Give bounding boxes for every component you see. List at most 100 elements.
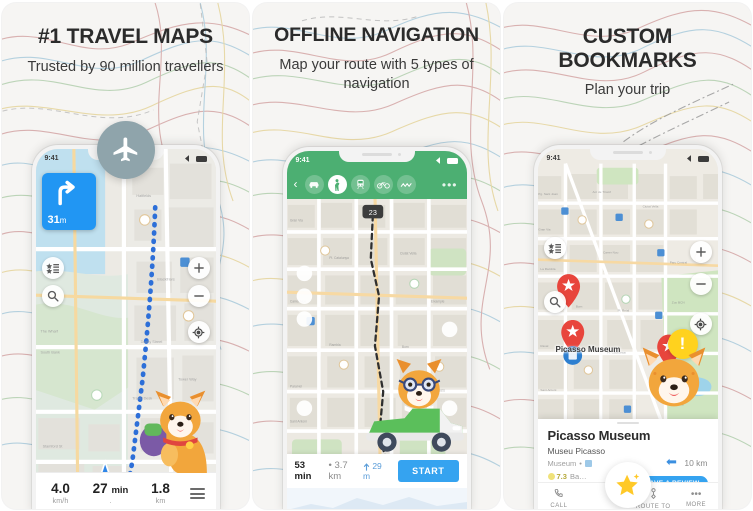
svg-text:Ciutadella: Ciutadella: [399, 420, 414, 424]
status-bar-2: 9:41: [287, 151, 467, 170]
plus-glyph: [193, 263, 204, 273]
svg-text:La Rambla: La Rambla: [540, 267, 555, 271]
poi-category-separator: •: [579, 459, 582, 468]
battery-icon: [697, 155, 709, 162]
battery-icon: [195, 155, 207, 162]
phone-screen-route-planner: Gran Via Pl. Catalunya Ciutat Vella Carrer…: [286, 151, 467, 509]
zoom-in-icon[interactable]: [689, 241, 712, 263]
svg-text:Born: Born: [401, 345, 408, 349]
phone-notch: [589, 149, 666, 160]
zoom-in-icon[interactable]: [187, 257, 210, 279]
svg-text:Tower Way: Tower Way: [178, 378, 197, 382]
svg-text:Ciutadella: Ciutadella: [669, 403, 683, 407]
minus-glyph: [695, 283, 706, 285]
ellipsis-icon[interactable]: •••: [442, 178, 461, 192]
status-time: 9:41: [295, 157, 310, 164]
stat-time-label: .: [109, 498, 112, 506]
hamburger-icon[interactable]: [186, 488, 216, 499]
pedestrian-icon[interactable]: [327, 175, 347, 194]
stat-time-value: 27 min: [92, 480, 129, 496]
svg-text:Pg. Sant Joan: Pg. Sant Joan: [538, 192, 558, 196]
route-time: 53 min: [294, 460, 312, 482]
stat-speed-value: 4.0: [51, 480, 70, 496]
more-action-label: MORE: [686, 502, 707, 508]
call-action-label: CALL: [550, 503, 568, 509]
navigation-stats-bar: 4.0 km/h 27 min . 1.8 km: [35, 472, 216, 509]
drag-handle[interactable]: [616, 422, 639, 424]
speaker-grille: [361, 153, 392, 156]
add-bookmark-star-icon[interactable]: [604, 462, 651, 508]
svg-text:Stamford St: Stamford St: [42, 444, 63, 448]
stat-distance-label: km: [155, 498, 166, 506]
turn-instruction-card: 31m: [41, 173, 96, 230]
signal-icon: [435, 157, 440, 164]
rating-chip: 7.3: [547, 472, 567, 481]
svg-text:Eixample: Eixample: [430, 299, 444, 303]
route-distance: • 3.7 km: [328, 460, 348, 482]
svg-text:23: 23: [368, 208, 376, 217]
hiking-icon[interactable]: [396, 175, 416, 194]
panel-subtitle: Map your route with 5 types of navigatio…: [279, 56, 474, 92]
chevron-left-icon[interactable]: ‹: [293, 178, 301, 192]
status-time: 9:41: [546, 155, 561, 162]
panel-title: #1 TRAVEL MAPS: [38, 25, 213, 48]
svg-text:Rambla: Rambla: [329, 343, 341, 347]
call-action[interactable]: CALL: [538, 488, 581, 509]
route-distance-value: 3.7 km: [328, 460, 348, 482]
start-button[interactable]: START: [398, 460, 459, 482]
search-icon[interactable]: [41, 285, 64, 307]
svg-text:Paral·lel: Paral·lel: [289, 384, 301, 388]
transport-modes: ‹ •••: [287, 175, 467, 194]
app-store-screenshot-gallery: #1 TRAVEL MAPS Trusted by 90 million tra…: [0, 0, 753, 511]
battery-icon: [446, 157, 458, 164]
phone-screen-navigation: The Wharf South Bank Hatfields Duchy Stree…: [35, 149, 216, 509]
transit-icon[interactable]: [350, 175, 370, 194]
panel-heading-1: #1 TRAVEL MAPS Trusted by 90 million tra…: [2, 3, 249, 77]
route-summary-card: 53 min • 3.7 km 29 m START: [286, 454, 467, 488]
stat-speed-label: km/h: [52, 498, 69, 506]
signal-icon: [184, 155, 189, 162]
bicycle-icon[interactable]: [373, 175, 393, 194]
status-indicators: [435, 157, 458, 164]
bookmarks-glyph: [548, 242, 561, 254]
minus-glyph: [193, 295, 204, 297]
speaker-grille: [612, 151, 643, 154]
panel-title: OFFLINE NAVIGATION: [274, 24, 479, 46]
map-pin-selected: [560, 320, 584, 365]
ascent-arrow-icon: [363, 463, 370, 471]
svg-text:Travel Desk: Travel Desk: [132, 396, 152, 400]
poi-distance: 10 km: [684, 458, 708, 468]
stat-distance-value: 1.8: [151, 480, 170, 496]
bookmarks-icon[interactable]: [543, 237, 566, 259]
locate-icon[interactable]: [187, 321, 210, 343]
wikipedia-badge-icon[interactable]: [584, 460, 592, 467]
stat-time-unit: min: [111, 484, 129, 496]
panel-offline-navigation: OFFLINE NAVIGATION Map your route with 5…: [253, 3, 500, 509]
search-glyph: [47, 290, 59, 302]
plus-glyph: [695, 247, 706, 257]
phone-notch: [338, 151, 415, 162]
phone-mockup-3: Pg. Sant Joan Arc de Triomf Ciutat Vella G…: [533, 145, 722, 509]
car-icon[interactable]: [304, 175, 324, 194]
turn-distance-value: 31: [47, 214, 60, 226]
panel-subtitle: Plan your trip: [584, 82, 671, 99]
stat-speed: 4.0 km/h: [36, 482, 86, 506]
svg-text:Pl. Reial: Pl. Reial: [617, 309, 629, 313]
svg-text:Pl. Catalunya: Pl. Catalunya: [329, 256, 349, 260]
stat-distance: 1.8 km: [136, 482, 186, 506]
bookmarks-icon[interactable]: [41, 257, 64, 279]
svg-text:Ciutat Vella: Ciutat Vella: [399, 252, 416, 256]
warning-exclamation-icon[interactable]: !: [667, 329, 698, 359]
svg-text:Arc de Triomf: Arc de Triomf: [592, 190, 611, 194]
zoom-out-icon[interactable]: [689, 273, 712, 295]
svg-text:Hatfields: Hatfields: [136, 194, 151, 198]
poi-title: Picasso Museum: [547, 428, 651, 443]
turn-distance: 31m: [48, 214, 67, 226]
status-indicators: [686, 155, 709, 162]
locate-icon[interactable]: [689, 313, 712, 335]
arrow-left-icon: ⬅: [665, 453, 677, 469]
search-icon[interactable]: [543, 291, 566, 313]
panel-title: CUSTOM BOOKMARKS: [558, 25, 697, 72]
zoom-out-icon[interactable]: [187, 285, 210, 307]
more-action[interactable]: ••• MORE: [675, 489, 718, 508]
